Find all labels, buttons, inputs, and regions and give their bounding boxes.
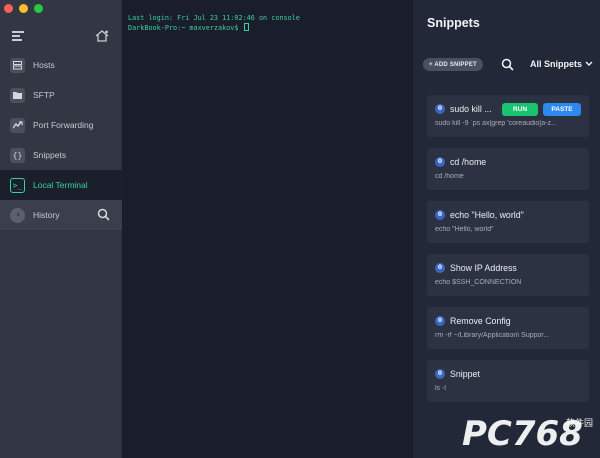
- port-forward-icon: [10, 117, 25, 133]
- sidebar-item-hosts[interactable]: Hosts: [0, 50, 122, 80]
- snippet-badge: 0: [435, 262, 445, 273]
- snippet-command: ls -l: [435, 385, 446, 392]
- sidebar-item-label: Local Terminal: [33, 180, 88, 190]
- sidebar-item-label: SFTP: [33, 90, 55, 100]
- sidebar-nav: Hosts SFTP Port Forwarding {} Snippets >…: [0, 50, 122, 230]
- snippet-title: Snippet: [450, 368, 480, 379]
- sidebar-item-label: Snippets: [33, 150, 67, 160]
- window-controls: [4, 4, 43, 13]
- snippet-badge: 0: [435, 315, 445, 326]
- filter-label: All Snippets: [530, 59, 583, 69]
- snippet-title: Remove Config: [450, 315, 511, 326]
- chevron-down-icon: [585, 61, 593, 66]
- paste-button[interactable]: PASTE: [543, 103, 581, 116]
- sidebar-toolbar: [0, 28, 122, 48]
- sidebar: Hosts SFTP Port Forwarding {} Snippets >…: [0, 0, 122, 458]
- snippet-title: cd /home: [450, 156, 487, 167]
- snippet-filter-dropdown[interactable]: All Snippets: [530, 59, 593, 69]
- panel-title: Snippets: [427, 16, 480, 30]
- snippet-title: Show IP Address: [450, 262, 517, 273]
- sidebar-item-label: Hosts: [33, 60, 55, 70]
- snippet-title: echo "Hello, world": [450, 209, 524, 220]
- terminal-icon: >_: [10, 177, 25, 193]
- sidebar-item-sftp[interactable]: SFTP: [0, 80, 122, 110]
- svg-text:软件园: 软件园: [566, 417, 593, 429]
- snippet-card[interactable]: 0 Snippet ls -l: [427, 360, 589, 402]
- home-icon[interactable]: [94, 28, 110, 44]
- prompt-text: DarkBook-Pro:~ maxverzakov$: [128, 24, 239, 32]
- snippet-command: cd /home: [435, 173, 464, 180]
- snippet-command: sudo kill -9 `ps ax|grep 'coreaudio[a-z.…: [435, 120, 557, 127]
- snippet-card[interactable]: 0 cd /home cd /home: [427, 148, 589, 190]
- snippet-card[interactable]: 0 Show IP Address echo $SSH_CONNECTION: [427, 254, 589, 296]
- add-snippet-button[interactable]: + ADD SNIPPET: [423, 58, 483, 71]
- pc768-watermark-logo: PC768 软件园: [462, 414, 593, 452]
- snippet-list: 0 sudo kill ... sudo kill -9 `ps ax|grep …: [427, 95, 589, 413]
- snippet-title: sudo kill ...: [450, 103, 492, 114]
- terminal-cursor: [243, 23, 249, 31]
- sidebar-item-snippets[interactable]: {} Snippets: [0, 140, 122, 170]
- search-icon[interactable]: [97, 208, 110, 221]
- snippet-command: echo "Hello, world": [435, 226, 494, 233]
- sidebar-item-port-forwarding[interactable]: Port Forwarding: [0, 110, 122, 140]
- snippet-badge: 0: [435, 368, 445, 379]
- run-button[interactable]: RUN: [502, 103, 538, 116]
- snippet-card[interactable]: 0 echo "Hello, world" echo "Hello, world": [427, 201, 589, 243]
- folder-icon: [10, 87, 25, 103]
- clock-icon: [10, 207, 25, 223]
- snippet-badge: 0: [435, 209, 445, 220]
- terminal-view[interactable]: Last login: Fri Jul 23 11:02:46 on conso…: [122, 0, 413, 458]
- sidebar-item-label: Port Forwarding: [33, 120, 94, 130]
- svg-text:PC768: PC768: [462, 414, 583, 452]
- minimize-window-button[interactable]: [19, 4, 28, 13]
- zoom-window-button[interactable]: [34, 4, 43, 13]
- snippet-card[interactable]: 0 sudo kill ... sudo kill -9 `ps ax|grep …: [427, 95, 589, 137]
- braces-icon: {}: [10, 147, 25, 163]
- sidebar-item-local-terminal[interactable]: >_ Local Terminal: [0, 170, 122, 200]
- sidebar-item-label: History: [33, 210, 60, 220]
- terminal-line: Last login: Fri Jul 23 11:02:46 on conso…: [128, 14, 300, 22]
- snippet-command: rm -rf ~/Library/Application\ Suppor...: [435, 332, 550, 339]
- menu-icon[interactable]: [12, 31, 24, 41]
- close-window-button[interactable]: [4, 4, 13, 13]
- snippet-badge: 0: [435, 156, 445, 167]
- snippet-badge: 0: [435, 103, 445, 114]
- terminal-prompt: DarkBook-Pro:~ maxverzakov$: [128, 23, 407, 33]
- snippets-panel: Snippets + ADD SNIPPET All Snippets 0 sud…: [413, 0, 600, 458]
- snippet-card[interactable]: 0 Remove Config rm -rf ~/Library/Applicat…: [427, 307, 589, 349]
- server-icon: [10, 57, 25, 73]
- sidebar-item-history[interactable]: History: [0, 200, 122, 230]
- snippet-command: echo $SSH_CONNECTION: [435, 279, 522, 286]
- search-icon[interactable]: [501, 58, 514, 71]
